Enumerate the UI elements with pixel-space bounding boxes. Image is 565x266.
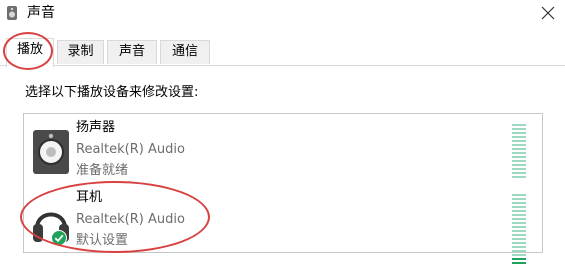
meter-segment <box>512 136 526 138</box>
tab-recording[interactable]: 录制 <box>57 40 104 64</box>
meter-segment <box>512 242 526 244</box>
device-item-speakers[interactable]: 扬声器 Realtek(R) Audio 准备就绪 <box>24 116 542 186</box>
device-name: 扬声器 <box>76 120 116 135</box>
device-list[interactable]: 扬声器 Realtek(R) Audio 准备就绪 耳机 Realtek(R) … <box>23 113 543 264</box>
meter-segment <box>512 258 526 260</box>
device-driver: Realtek(R) Audio <box>76 212 185 227</box>
meter-segment <box>512 250 526 252</box>
meter-segment <box>512 156 526 158</box>
meter-segment <box>512 144 526 146</box>
meter-segment <box>512 176 526 178</box>
meter-segment <box>512 160 526 162</box>
meter-segment <box>512 206 526 208</box>
device-status: 准备就绪 <box>76 163 129 178</box>
tab-divider <box>0 65 565 66</box>
meter-segment <box>512 128 526 130</box>
tab-playback[interactable]: 播放 <box>6 38 54 67</box>
tab-communications[interactable]: 通信 <box>160 40 210 64</box>
meter-segment <box>512 210 526 212</box>
tab-label: 录制 <box>67 44 94 59</box>
meter-segment <box>512 140 526 142</box>
window-title: 声音 <box>27 5 55 21</box>
volume-meter <box>512 192 526 266</box>
meter-segment <box>512 168 526 170</box>
meter-segment <box>512 234 526 236</box>
meter-segment <box>512 132 526 134</box>
meter-segment <box>512 152 526 154</box>
volume-meter <box>512 124 526 180</box>
meter-segment <box>512 148 526 150</box>
tab-sounds[interactable]: 声音 <box>107 40 157 64</box>
tab-label: 播放 <box>16 42 43 57</box>
speaker-device-icon <box>31 126 71 178</box>
meter-segment <box>512 222 526 224</box>
meter-segment <box>512 172 526 174</box>
tab-label: 声音 <box>118 44 145 59</box>
meter-segment <box>512 246 526 248</box>
meter-segment <box>512 262 526 264</box>
meter-segment <box>512 230 526 232</box>
default-check-icon <box>51 230 67 246</box>
meter-segment <box>512 226 526 228</box>
meter-segment <box>512 124 526 126</box>
meter-segment <box>512 164 526 166</box>
meter-segment <box>512 218 526 220</box>
device-name: 耳机 <box>76 190 103 205</box>
close-icon <box>541 6 555 20</box>
tab-label: 通信 <box>171 44 198 59</box>
speaker-icon <box>4 5 20 21</box>
close-button[interactable] <box>530 0 565 28</box>
meter-segment <box>512 254 526 256</box>
title-bar: 声音 <box>0 0 565 28</box>
tab-strip: 播放 录制 声音 通信 <box>0 38 565 67</box>
meter-segment <box>512 198 526 200</box>
device-driver: Realtek(R) Audio <box>76 142 185 157</box>
meter-segment <box>512 238 526 240</box>
meter-segment <box>512 194 526 196</box>
meter-segment <box>512 214 526 216</box>
instruction-text: 选择以下播放设备来修改设置: <box>25 85 199 100</box>
device-status: 默认设置 <box>76 233 129 248</box>
meter-segment <box>512 202 526 204</box>
